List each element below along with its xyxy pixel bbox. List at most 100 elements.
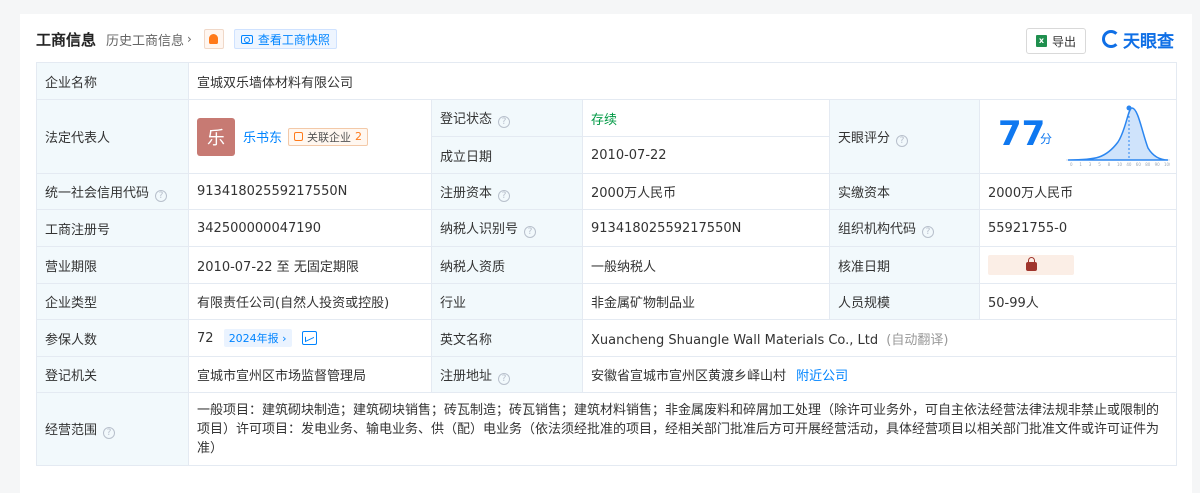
excel-icon: x (1035, 35, 1047, 47)
legal-rep-label: 法定代表人 (36, 99, 189, 174)
axis-tick-label: 3 (1089, 162, 1092, 167)
table-row: 法定代表人 乐 乐书东 关联企业 2 登记状态? 存续 天眼评分? 77 分 0… (36, 99, 1178, 174)
address-value: 安徽省宣城市宣州区黄渡乡峄山村 (591, 369, 787, 384)
table-row: 参保人数 72 2024年报 › 英文名称 Xuancheng Shuangle… (36, 319, 1178, 357)
reg-status-label: 登记状态 (440, 112, 493, 127)
type-value: 有限责任公司(自然人投资或控股) (188, 283, 432, 320)
history-link[interactable]: 历史工商信息 › (106, 30, 192, 49)
axis-tick-label: 100 (1164, 162, 1170, 167)
term-label: 营业期限 (36, 246, 189, 284)
axis-tick-label: 8 (1108, 162, 1111, 167)
brand-name: 天眼查 (1123, 31, 1174, 52)
insured-value: 72 (197, 331, 214, 346)
related-label: 关联企业 (307, 130, 352, 144)
taxpayer-id-label: 纳税人识别号 (440, 222, 519, 237)
chevron-right-icon: › (187, 32, 192, 46)
org-code-label-cell: 组织机构代码? (829, 209, 980, 247)
english-label: 英文名称 (431, 319, 583, 357)
type-label: 企业类型 (36, 283, 189, 320)
paid-capital-label: 实缴资本 (829, 173, 980, 210)
snapshot-button[interactable]: 查看工商快照 (233, 29, 337, 49)
table-row: 企业名称 宣城双乐墙体材料有限公司 (36, 62, 1178, 100)
reg-no-value: 342500000047190 (188, 209, 432, 247)
staff-label: 人员规模 (829, 283, 980, 320)
axis-tick-label: 5 (1098, 162, 1101, 167)
reg-status-label-cell: 登记状态? (431, 99, 583, 137)
annual-report-tag[interactable]: 2024年报 › (223, 329, 292, 347)
help-icon[interactable]: ? (498, 189, 511, 202)
paid-capital-value: 2000万人民币 (978, 173, 1178, 210)
company-name-label: 企业名称 (36, 62, 189, 100)
reg-capital-label: 注册资本 (440, 185, 493, 201)
table-row: 统一社会信用代码? 91341802559217550N 注册资本? 2000万… (36, 173, 1178, 210)
taxpayer-qual-label: 纳税人资质 (431, 246, 583, 284)
table-row: 企业类型 有限责任公司(自然人投资或控股) 行业 非金属矿物制品业 人员规模 5… (36, 283, 1178, 320)
reg-capital-value: 2000万人民币 (582, 173, 830, 210)
help-icon[interactable]: ? (922, 226, 935, 238)
axis-tick-label: 90 (1155, 162, 1161, 167)
info-table: 企业名称 宣城双乐墙体材料有限公司 法定代表人 乐 乐书东 关联企业 2 登记状… (36, 62, 1178, 466)
taxpayer-id-value: 91341802559217550N (582, 209, 830, 247)
english-cell: Xuancheng Shuangle Wall Materials Co., L… (581, 319, 1178, 357)
table-row: 工商注册号 342500000047190 纳税人识别号? 9134180255… (36, 209, 1178, 247)
term-value: 2010-07-22 至 无固定期限 (188, 246, 432, 284)
axis-tick-label: 80 (1145, 162, 1151, 167)
authority-value: 宣城市宣州区市场监督管理局 (188, 356, 432, 393)
axis-tick-label: 60 (1136, 162, 1142, 167)
score-label-cell: 天眼评分? (829, 99, 980, 174)
camera-icon (240, 34, 253, 44)
company-name-value: 宣城双乐墙体材料有限公司 (187, 62, 1178, 100)
trend-chart-icon[interactable] (301, 331, 317, 345)
scope-value: 一般项目：建筑砌块制造；建筑砌块销售；砖瓦制造；砖瓦销售；建筑材料销售；非金属废… (187, 392, 1178, 466)
score-distribution-chart: 0 1 3 5 8 1040 6080 90100 (1066, 105, 1170, 167)
brand-logo: 天眼查 (1102, 26, 1174, 52)
table-row: 经营范围? 一般项目：建筑砌块制造；建筑砌块销售；砖瓦制造；砖瓦销售；建筑材料销… (36, 392, 1178, 466)
credit-code-label: 统一社会信用代码 (45, 185, 150, 201)
section-title: 工商信息 (36, 30, 97, 49)
table-row: 营业期限 2010-07-22 至 无固定期限 纳税人资质 一般纳税人 核准日期 (36, 246, 1178, 284)
table-row: 登记机关 宣城市宣州区市场监督管理局 注册地址? 安徽省宣城市宣州区黄渡乡峄山村… (36, 356, 1178, 393)
industry-value: 非金属矿物制品业 (582, 283, 830, 320)
help-icon[interactable]: ? (498, 372, 511, 385)
export-button[interactable]: x 导出 (1026, 28, 1086, 54)
credit-code-value: 91341802559217550N (188, 173, 432, 210)
legal-rep-name[interactable]: 乐书东 (243, 127, 282, 146)
axis-tick-label: 10 (1117, 162, 1123, 167)
related-icon (294, 132, 304, 141)
business-info-card: 工商信息 历史工商信息 › 查看工商快照 x 导出 天眼查 企业名称 宣城双乐墙… (20, 14, 1192, 493)
axis-tick-label: 40 (1126, 162, 1132, 167)
help-icon[interactable]: ? (498, 116, 511, 128)
avatar[interactable]: 乐 (197, 117, 235, 156)
lock-icon (1025, 257, 1037, 271)
scope-label-cell: 经营范围? (36, 392, 189, 466)
address-cell: 安徽省宣城市宣州区黄渡乡峄山村 附近公司 (581, 356, 1178, 393)
taxpayer-id-label-cell: 纳税人识别号? (431, 209, 583, 247)
bell-icon[interactable] (203, 29, 224, 49)
vip-lock-button[interactable] (988, 255, 1074, 275)
address-label-cell: 注册地址? (431, 356, 583, 393)
export-label: 导出 (1051, 34, 1076, 49)
industry-label: 行业 (431, 283, 583, 320)
axis-tick-label: 0 (1070, 162, 1073, 167)
reg-capital-label-cell: 注册资本? (431, 173, 583, 210)
help-icon[interactable]: ? (103, 427, 116, 439)
authority-label: 登记机关 (36, 356, 189, 393)
nearby-companies-link[interactable]: 附近公司 (796, 369, 848, 384)
established-value: 2010-07-22 (582, 136, 830, 174)
org-code-label: 组织机构代码 (838, 222, 917, 237)
help-icon[interactable]: ? (524, 226, 537, 238)
established-label: 成立日期 (431, 136, 583, 174)
related-company-badge[interactable]: 关联企业 2 (288, 127, 369, 146)
staff-value: 50-99人 (978, 283, 1178, 320)
help-icon[interactable]: ? (896, 134, 909, 147)
scope-label: 经营范围 (45, 423, 98, 438)
snapshot-label: 查看工商快照 (257, 32, 330, 47)
tianyancha-logo-icon (1102, 30, 1120, 48)
reg-status-value: 存续 (582, 99, 830, 137)
approve-date-cell (978, 246, 1178, 284)
axis-tick-label: 1 (1079, 162, 1082, 167)
insured-label: 参保人数 (36, 319, 189, 357)
score-cell[interactable]: 77 分 0 1 3 5 8 1040 6080 90100 (978, 99, 1178, 174)
address-label: 注册地址 (440, 368, 493, 384)
help-icon[interactable]: ? (155, 189, 168, 202)
